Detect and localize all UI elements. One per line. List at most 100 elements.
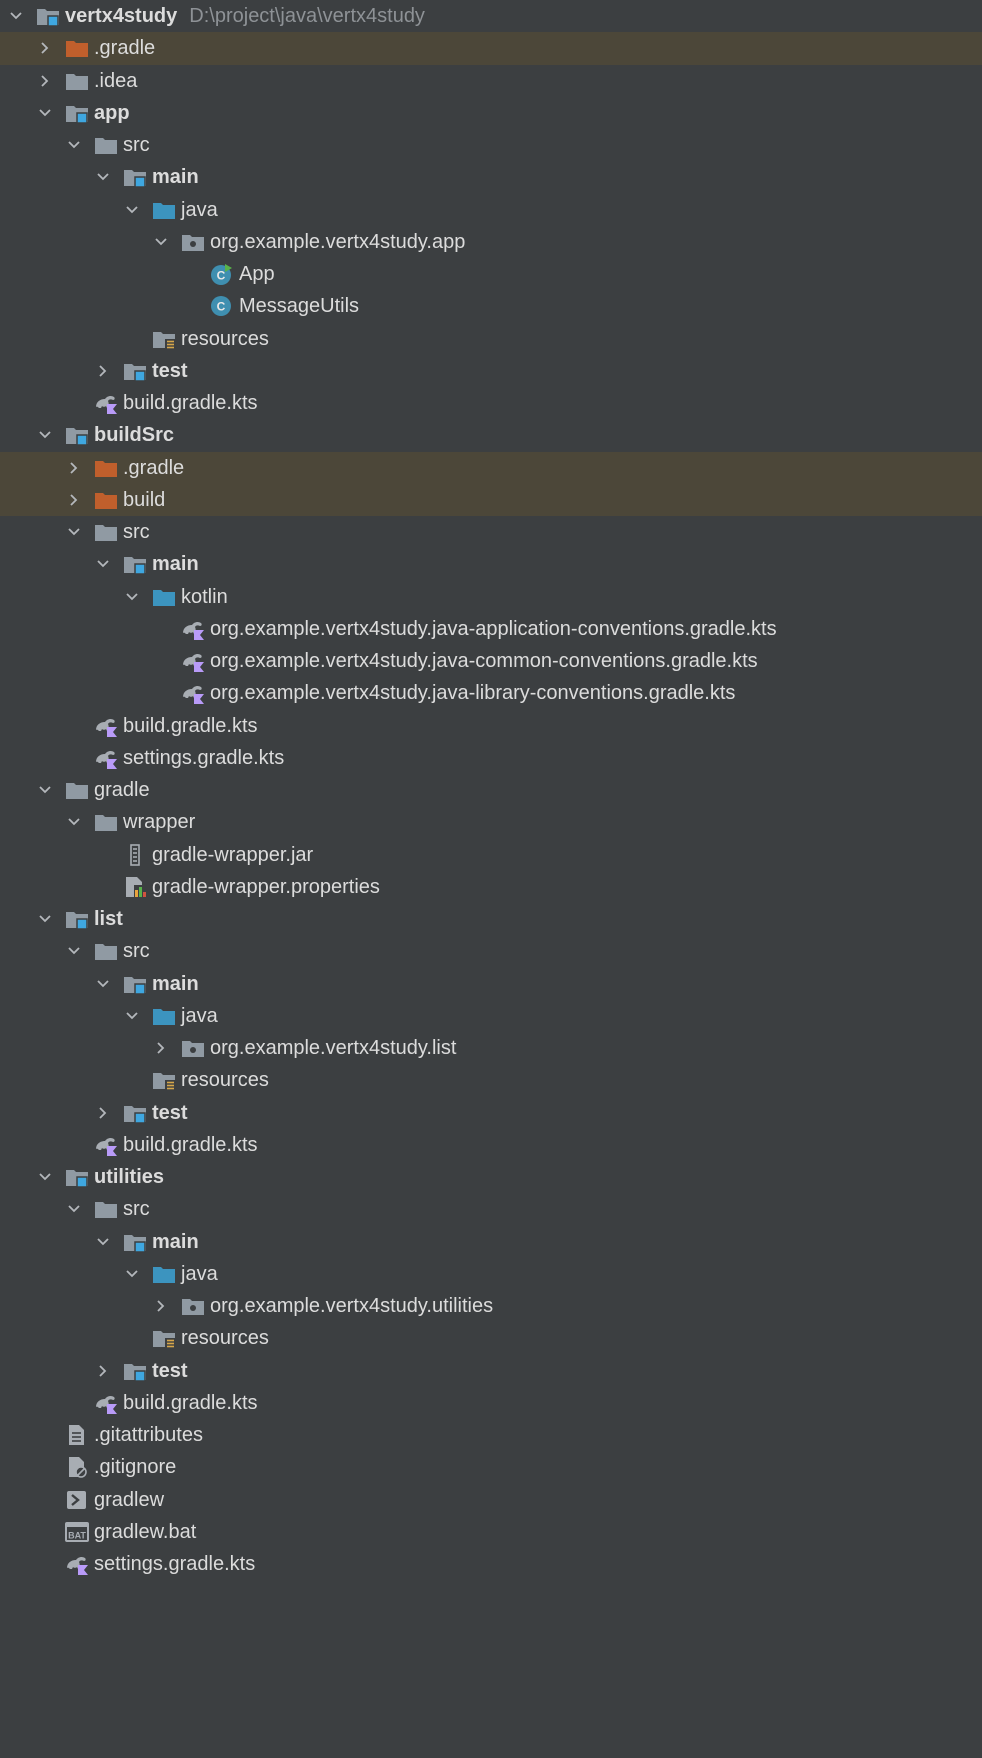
tree-row-org-example-vertx4study-java-common-conventions-gradle-kts[interactable]: org.example.vertx4study.java-common-conv… [0, 645, 982, 677]
tree-row-build-gradle-kts[interactable]: build.gradle.kts [0, 710, 982, 742]
tree-row-gradlew[interactable]: gradlew [0, 1484, 982, 1516]
gradle-kts-icon [94, 1392, 118, 1414]
tree-row-main[interactable]: main [0, 1226, 982, 1258]
module-folder-icon [123, 360, 147, 382]
tree-row-gradlew-bat[interactable]: BAT gradlew.bat [0, 1516, 982, 1548]
tree-item-label: gradlew.bat [94, 1520, 197, 1543]
chevron-down-icon[interactable] [93, 167, 113, 187]
tree-row-src[interactable]: src [0, 1193, 982, 1225]
tree-row-src[interactable]: src [0, 935, 982, 967]
tree-item-label: src [123, 1198, 150, 1221]
gradle-kts-icon [65, 1553, 89, 1576]
tree-row-app[interactable]: app [0, 97, 982, 129]
tree-item-label: build.gradle.kts [123, 1133, 258, 1156]
tree-row-gradle[interactable]: .gradle [0, 451, 982, 484]
chevron-right-icon[interactable] [93, 1361, 113, 1381]
tree-row-gitattributes[interactable]: .gitattributes [0, 1419, 982, 1451]
tree-item-label: vertx4study D:\project\java\vertx4study [65, 5, 425, 27]
chevron-right-icon[interactable] [151, 1296, 171, 1316]
tree-row-gradle-wrapper-properties[interactable]: gradle-wrapper.properties [0, 871, 982, 903]
chevron-down-icon[interactable] [93, 974, 113, 994]
tree-item-label: resources [181, 1327, 269, 1350]
tree-item-label: gradle-wrapper.properties [152, 875, 380, 898]
tree-row-gitignore[interactable]: .gitignore [0, 1451, 982, 1483]
tree-row-resources[interactable]: resources [0, 1064, 982, 1096]
tree-row-java[interactable]: java [0, 1000, 982, 1032]
chevron-down-icon[interactable] [35, 1167, 55, 1187]
chevron-right-icon[interactable] [93, 1103, 113, 1123]
tree-row-org-example-vertx4study-app[interactable]: org.example.vertx4study.app [0, 226, 982, 258]
tree-row-src[interactable]: src [0, 129, 982, 161]
tree-row-idea[interactable]: .idea [0, 65, 982, 97]
chevron-right-icon[interactable] [64, 490, 84, 510]
tree-row-build-gradle-kts[interactable]: build.gradle.kts [0, 387, 982, 419]
chevron-down-icon[interactable] [35, 425, 55, 445]
source-folder-icon [152, 1263, 176, 1285]
gradle-kts-icon [94, 1134, 118, 1156]
tree-row-kotlin[interactable]: kotlin [0, 581, 982, 613]
tree-row-main[interactable]: main [0, 968, 982, 1000]
tree-row-test[interactable]: test [0, 1355, 982, 1387]
chevron-down-icon[interactable] [64, 135, 84, 155]
tree-row-org-example-vertx4study-list[interactable]: org.example.vertx4study.list [0, 1032, 982, 1064]
tree-row-utilities[interactable]: utilities [0, 1161, 982, 1193]
tree-row-org-example-vertx4study-java-library-conventions-gradle-kts[interactable]: org.example.vertx4study.java-library-con… [0, 677, 982, 709]
chevron-down-icon[interactable] [35, 780, 55, 800]
tree-row-org-example-vertx4study-utilities[interactable]: org.example.vertx4study.utilities [0, 1290, 982, 1322]
chevron-down-icon[interactable] [64, 812, 84, 832]
chevron-down-icon[interactable] [64, 941, 84, 961]
tree-row-buildsrc[interactable]: buildSrc [0, 419, 982, 451]
tree-row-list[interactable]: list [0, 903, 982, 935]
tree-row-build-gradle-kts[interactable]: build.gradle.kts [0, 1387, 982, 1419]
tree-row-org-example-vertx4study-java-application-conventions-gradle-kts[interactable]: org.example.vertx4study.java-application… [0, 613, 982, 645]
module-folder-icon [123, 1102, 147, 1124]
tree-row-wrapper[interactable]: wrapper [0, 806, 982, 838]
tree-row-main[interactable]: main [0, 161, 982, 193]
tree-row-resources[interactable]: resources [0, 1322, 982, 1354]
tree-item-label: gradle-wrapper.jar [152, 843, 314, 866]
tree-row-build[interactable]: build [0, 483, 982, 516]
chevron-down-icon[interactable] [35, 103, 55, 123]
chevron-down-icon[interactable] [122, 1264, 142, 1284]
chevron-down-icon[interactable] [93, 1232, 113, 1252]
chevron-down-icon[interactable] [35, 909, 55, 929]
tree-row-build-gradle-kts[interactable]: build.gradle.kts [0, 1129, 982, 1161]
tree-row-java[interactable]: java [0, 194, 982, 226]
tree-row-messageutils[interactable]: C MessageUtils [0, 290, 982, 322]
excluded-folder-icon [94, 489, 118, 511]
chevron-down-icon[interactable] [122, 1006, 142, 1026]
chevron-down-icon[interactable] [64, 1199, 84, 1219]
tree-row-gradle[interactable]: gradle [0, 774, 982, 806]
folder-icon [94, 811, 118, 833]
tree-item-label: org.example.vertx4study.java-common-conv… [210, 650, 758, 672]
tree-row-vertx4study[interactable]: vertx4study D:\project\java\vertx4study [0, 0, 982, 32]
chevron-down-icon[interactable] [6, 6, 26, 26]
tree-row-gradle[interactable]: .gradle [0, 32, 982, 65]
chevron-down-icon[interactable] [122, 200, 142, 220]
chevron-down-icon[interactable] [151, 232, 171, 252]
tree-row-gradle-wrapper-jar[interactable]: gradle-wrapper.jar [0, 839, 982, 871]
tree-row-src[interactable]: src [0, 516, 982, 548]
chevron-right-icon[interactable] [64, 458, 84, 478]
tree-row-java[interactable]: java [0, 1258, 982, 1290]
chevron-right-icon[interactable] [93, 361, 113, 381]
chevron-down-icon[interactable] [64, 522, 84, 542]
tree-item-label: src [123, 134, 150, 156]
chevron-right-icon[interactable] [35, 71, 55, 91]
folder-icon [65, 779, 89, 801]
tree-row-test[interactable]: test [0, 355, 982, 387]
chevron-down-icon[interactable] [93, 554, 113, 574]
tree-row-settings-gradle-kts[interactable]: settings.gradle.kts [0, 742, 982, 774]
chevron-down-icon[interactable] [122, 587, 142, 607]
tree-row-test[interactable]: test [0, 1097, 982, 1129]
chevron-right-icon[interactable] [151, 1038, 171, 1058]
chevron-right-icon[interactable] [35, 38, 55, 58]
tree-row-main[interactable]: main [0, 548, 982, 580]
module-folder-icon [123, 166, 147, 189]
tree-item-label: build [123, 488, 166, 511]
tree-item-label: java [181, 1262, 218, 1285]
tree-row-settings-gradle-kts[interactable]: settings.gradle.kts [0, 1548, 982, 1580]
module-folder-icon [123, 973, 147, 995]
tree-row-app[interactable]: C App [0, 258, 982, 290]
tree-row-resources[interactable]: resources [0, 323, 982, 355]
